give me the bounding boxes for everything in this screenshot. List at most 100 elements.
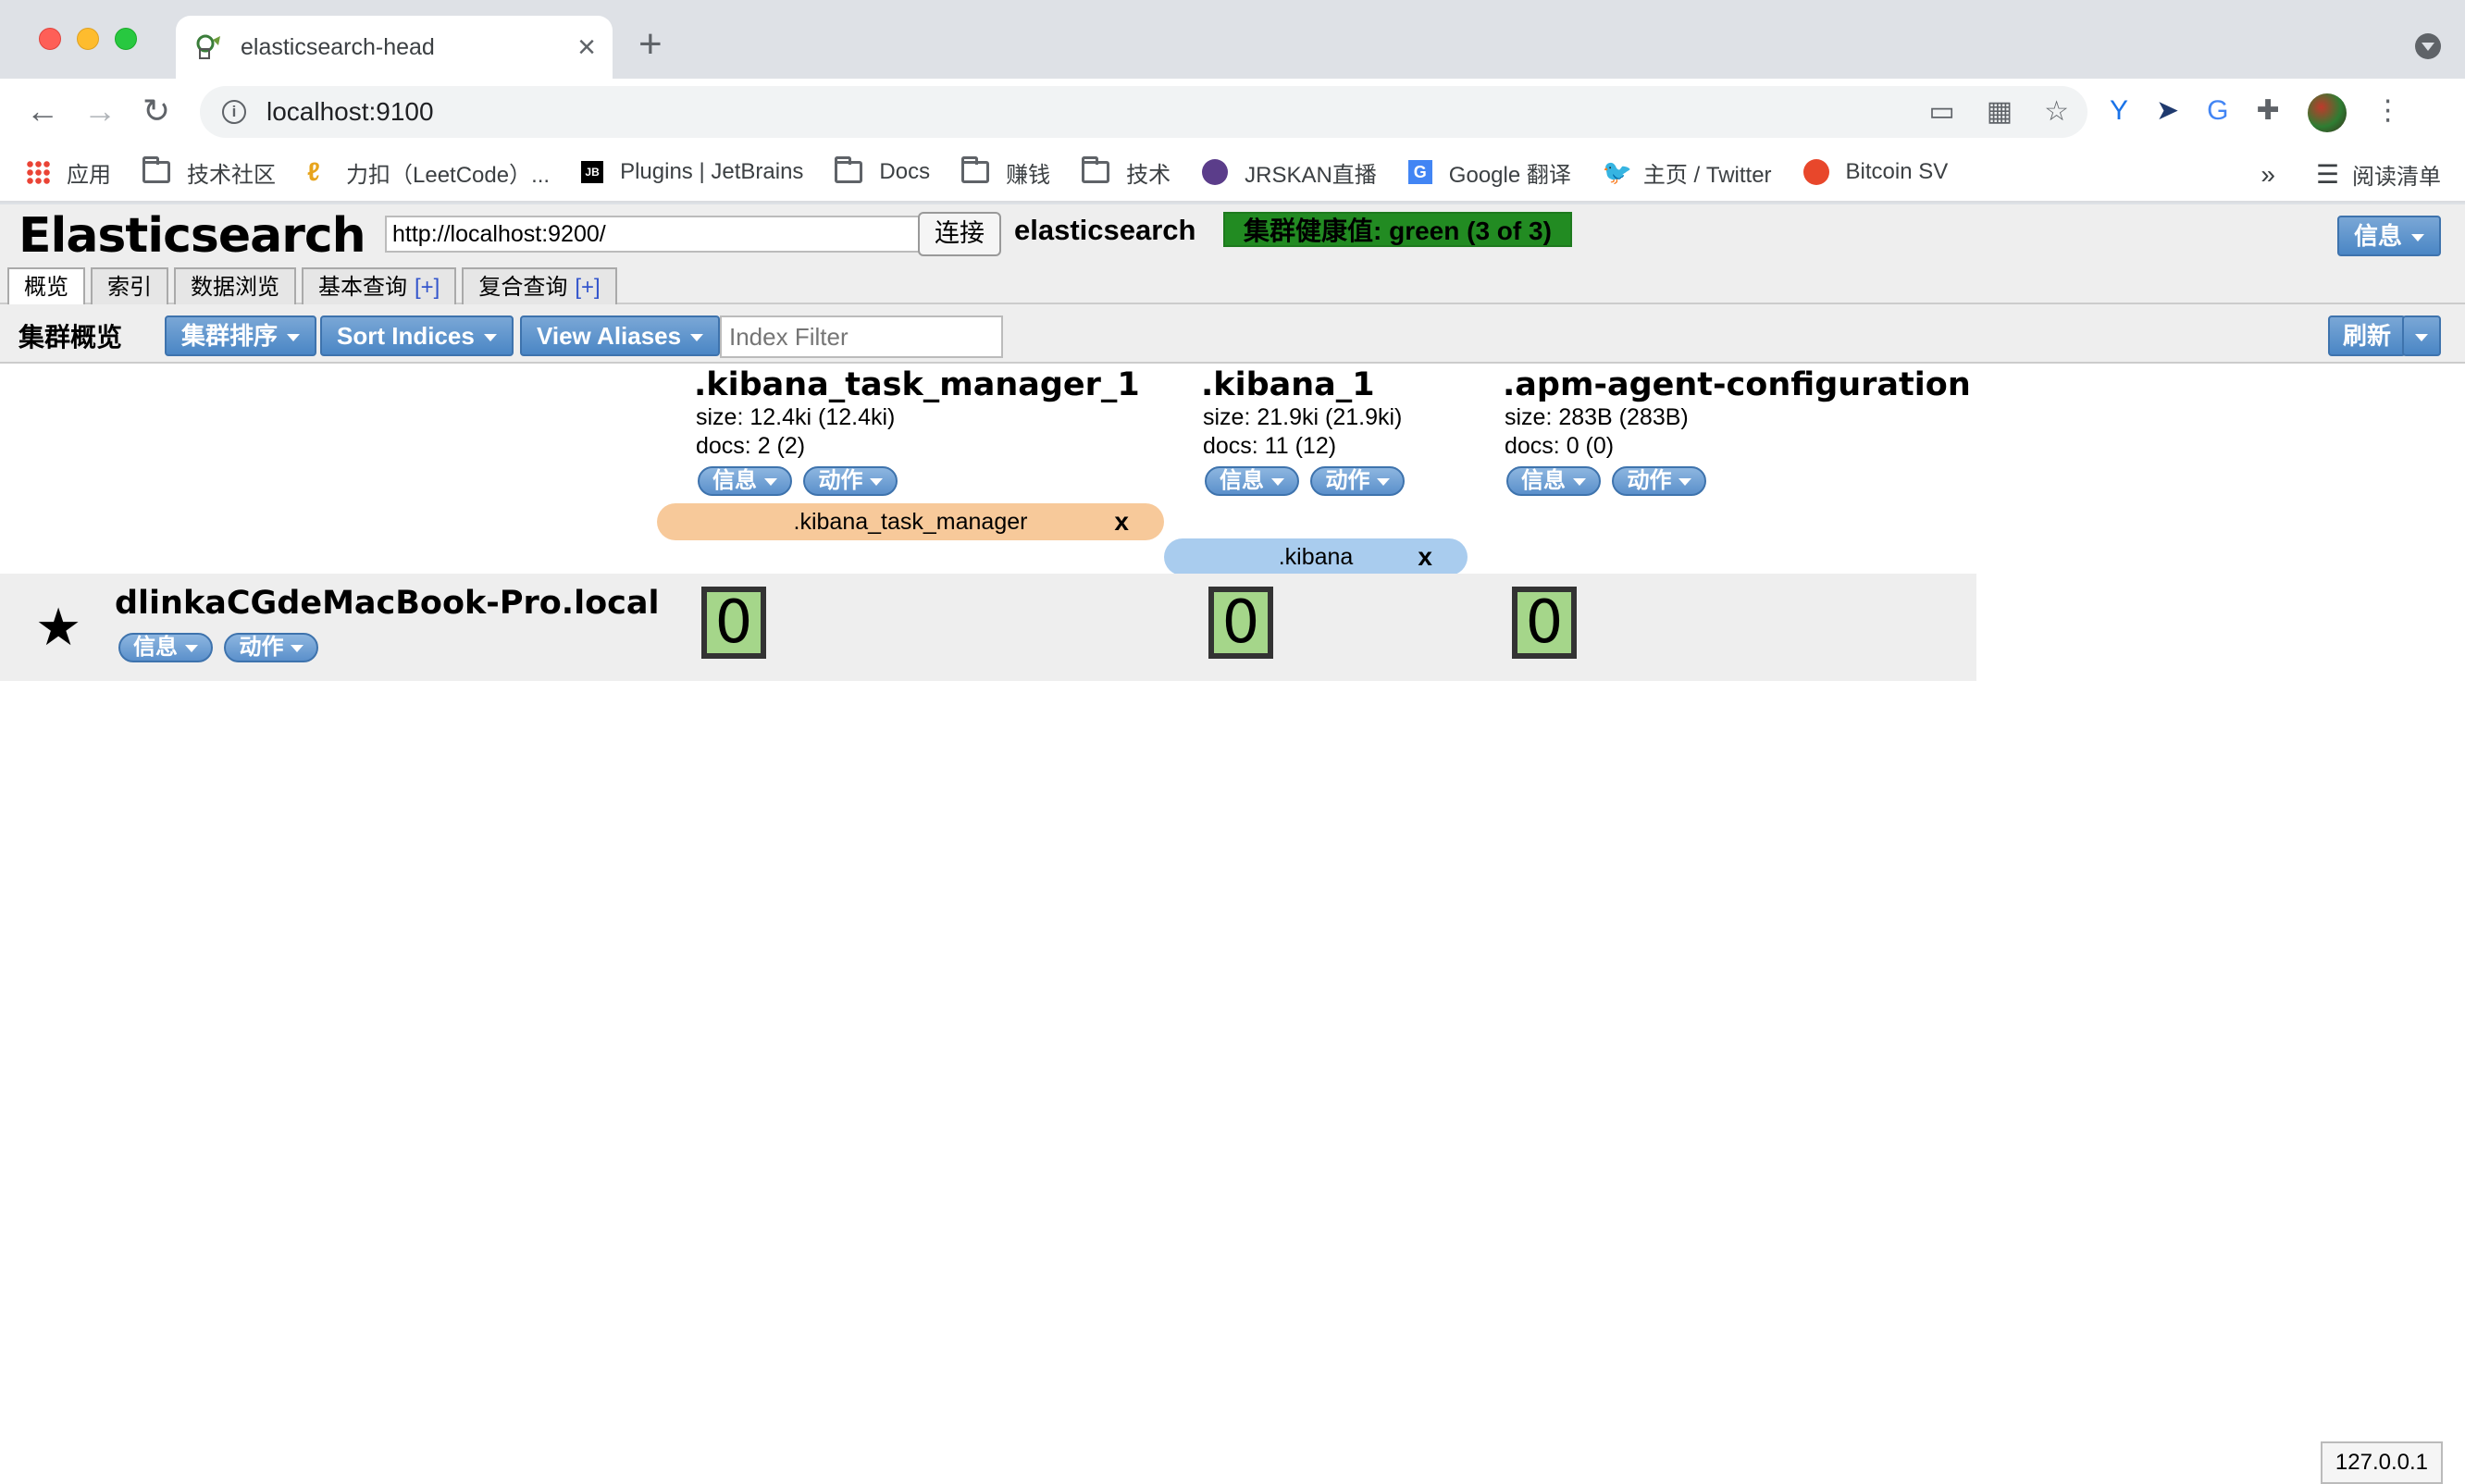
- refresh-button[interactable]: 刷新: [2328, 315, 2407, 356]
- qr-code-icon[interactable]: ▦: [1987, 97, 2013, 127]
- button-label: 动作: [818, 468, 863, 493]
- site-info-icon[interactable]: i: [222, 100, 246, 124]
- omnibox-actions: ▭ ▦ ☆: [1928, 97, 2069, 127]
- add-query-tab-button[interactable]: [+]: [415, 275, 440, 300]
- index-actions: 信息 动作: [1506, 466, 1971, 496]
- cluster-sort-button[interactable]: 集群排序: [165, 315, 317, 356]
- chevron-down-icon: [870, 477, 884, 486]
- add-query-tab-button[interactable]: [+]: [575, 275, 600, 300]
- new-tab-button[interactable]: +: [638, 24, 663, 65]
- bookmarks-right: » ☰ 阅读清单: [2261, 158, 2441, 191]
- forward-arrow-icon[interactable]: →: [83, 92, 117, 130]
- shard-box[interactable]: 0: [1208, 587, 1273, 659]
- tab-strip: elasticsearch-head × +: [0, 0, 2465, 79]
- bookmark-label: JRSKAN直播: [1245, 162, 1377, 188]
- bookmark-money[interactable]: 赚钱: [961, 156, 1050, 189]
- refresh-options-button[interactable]: [2402, 315, 2441, 356]
- cast-icon[interactable]: ▭: [1928, 97, 1954, 127]
- address-bar[interactable]: i localhost:9100 ▭ ▦ ☆: [200, 86, 2087, 138]
- bookmark-label: 技术社区: [187, 162, 276, 188]
- shard-box[interactable]: 0: [701, 587, 766, 659]
- index-action-button[interactable]: 动作: [1310, 466, 1406, 496]
- bookmark-google-translate[interactable]: G Google 翻译: [1407, 156, 1571, 189]
- index-info-button[interactable]: 信息: [698, 466, 792, 496]
- view-aliases-button[interactable]: View Aliases: [520, 315, 721, 356]
- index-actions: 信息 动作: [1205, 466, 1412, 496]
- extension-cursor-icon[interactable]: ➤: [2156, 93, 2179, 132]
- alias-kibana: .kibana x: [1164, 538, 1468, 575]
- es-head-app: Elasticsearch 连接 elasticsearch 集群健康值: gr…: [0, 204, 2465, 364]
- tab-indices[interactable]: 索引: [91, 267, 168, 306]
- index-size: size: 21.9ki (21.9ki): [1203, 404, 1403, 430]
- master-node-star-icon: ★: [35, 598, 82, 656]
- cluster-url-input[interactable]: [385, 216, 920, 253]
- tab-browser[interactable]: 数据浏览: [174, 267, 296, 306]
- overview-toolbar: 集群概览 集群排序 Sort Indices View Aliases 刷新: [0, 304, 2465, 364]
- button-label: 信息: [133, 635, 178, 660]
- chevron-down-icon: [1271, 477, 1284, 486]
- bookmark-bitcoin-sv[interactable]: Bitcoin SV: [1802, 159, 1949, 185]
- chevron-down-icon: [690, 334, 704, 342]
- bookmark-label: 赚钱: [1006, 162, 1051, 188]
- index-filter-input[interactable]: [720, 315, 1003, 358]
- index-action-button[interactable]: 动作: [803, 466, 898, 496]
- more-bookmarks-button[interactable]: »: [2261, 160, 2275, 190]
- remove-alias-button[interactable]: x: [1418, 538, 1432, 575]
- bookmark-twitter[interactable]: 🐦 主页 / Twitter: [1603, 156, 1772, 189]
- button-label: 动作: [1325, 468, 1370, 493]
- tab-title: elasticsearch-head: [241, 33, 435, 60]
- tab-compound-query[interactable]: 复合查询 [+]: [462, 267, 617, 306]
- tab-overview[interactable]: 概览: [7, 267, 85, 308]
- back-arrow-icon[interactable]: ←: [26, 92, 59, 130]
- index-info-button[interactable]: 信息: [1205, 466, 1299, 496]
- extension-translate-icon[interactable]: G: [2207, 93, 2228, 132]
- shard-box[interactable]: 0: [1512, 587, 1577, 659]
- bitcoin-sv-icon: [1802, 159, 1829, 185]
- minimize-window-button[interactable]: [77, 28, 99, 50]
- index-info-button[interactable]: 信息: [1506, 466, 1601, 496]
- bookmark-star-icon[interactable]: ☆: [2044, 97, 2069, 127]
- host-ip-label: 127.0.0.1: [2320, 1441, 2443, 1484]
- index-column: .kibana_1 size: 21.9ki (21.9ki) docs: 11…: [1201, 366, 1412, 496]
- tab-label: 索引: [107, 275, 152, 300]
- bookmark-jrskan[interactable]: JRSKAN直播: [1202, 156, 1377, 189]
- close-window-button[interactable]: [39, 28, 61, 50]
- bookmark-leetcode[interactable]: ℓ 力扣（LeetCode）...: [307, 156, 550, 189]
- alias-label: .kibana: [1278, 544, 1354, 570]
- bookmark-jetbrains[interactable]: JB Plugins | JetBrains: [581, 159, 803, 185]
- sort-indices-button[interactable]: Sort Indices: [320, 315, 514, 356]
- bookmark-label: Bitcoin SV: [1845, 159, 1949, 184]
- remove-alias-button[interactable]: x: [1114, 503, 1129, 540]
- chevron-down-icon: [291, 644, 304, 652]
- extensions-puzzle-icon[interactable]: ✚: [2257, 93, 2280, 132]
- tab-basic-query[interactable]: 基本查询 [+]: [302, 267, 457, 306]
- connect-button[interactable]: 连接: [918, 212, 1001, 256]
- profile-avatar[interactable]: [2307, 93, 2347, 132]
- browser-tab[interactable]: elasticsearch-head ×: [176, 16, 613, 79]
- es-header: Elasticsearch 连接 elasticsearch 集群健康值: gr…: [0, 204, 2465, 308]
- button-label: Sort Indices: [337, 322, 475, 350]
- extension-y-icon[interactable]: Y: [2110, 93, 2128, 132]
- es-tabs: 概览 索引 数据浏览 基本查询 [+] 复合查询 [+]: [7, 267, 617, 308]
- reading-list-label[interactable]: 阅读清单: [2352, 158, 2441, 191]
- node-info-button[interactable]: 信息: [118, 633, 213, 662]
- es-brand-title: Elasticsearch: [19, 208, 366, 264]
- bookmark-docs[interactable]: Docs: [835, 156, 930, 185]
- info-menu-button[interactable]: 信息: [2336, 216, 2441, 256]
- bookmark-tech-community[interactable]: 技术社区: [142, 156, 276, 189]
- index-action-button[interactable]: 动作: [1612, 466, 1707, 496]
- folder-icon: [142, 156, 170, 183]
- reading-list-icon[interactable]: ☰: [2316, 159, 2339, 190]
- close-tab-icon[interactable]: ×: [577, 31, 596, 63]
- bookmarks-bar: 应用 技术社区 ℓ 力扣（LeetCode）... JB Plugins | J…: [0, 143, 2465, 203]
- index-name: .kibana_task_manager_1: [694, 366, 1140, 403]
- button-label: 信息: [712, 468, 757, 493]
- cluster-health-badge: 集群健康值: green (3 of 3): [1223, 212, 1572, 247]
- maximize-window-button[interactable]: [115, 28, 137, 50]
- reload-icon[interactable]: ↻: [142, 92, 170, 130]
- browser-menu-icon[interactable]: ⋮: [2374, 93, 2402, 132]
- tab-search-icon[interactable]: [2415, 33, 2441, 59]
- bookmark-tech[interactable]: 技术: [1082, 156, 1171, 189]
- node-action-button[interactable]: 动作: [224, 633, 319, 662]
- bookmark-apps[interactable]: 应用: [26, 156, 111, 189]
